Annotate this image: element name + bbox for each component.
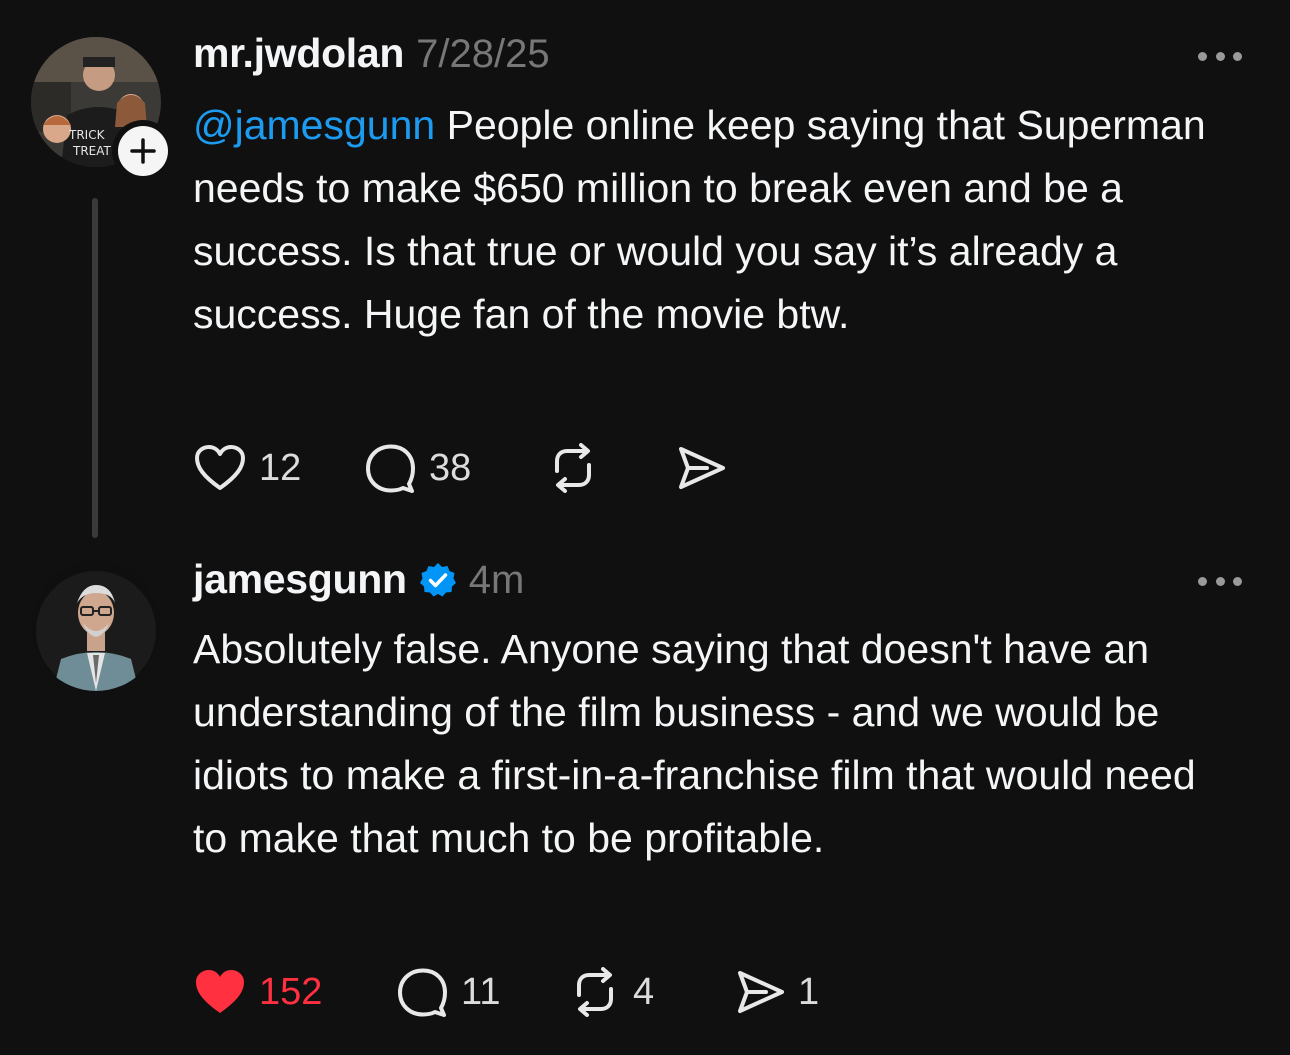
share-count: 1 xyxy=(798,970,820,1013)
action-bar: 152 11 4 1 xyxy=(193,964,819,1020)
thread-line xyxy=(92,198,98,538)
like-button[interactable]: 12 xyxy=(193,440,363,496)
heart-icon xyxy=(196,970,244,1013)
post-text: @jamesgunn People online keep saying tha… xyxy=(193,94,1238,346)
avatar-jamesgunn[interactable] xyxy=(31,561,161,691)
repost-icon xyxy=(555,443,591,493)
mention-link[interactable]: @jamesgunn xyxy=(193,102,435,148)
heart-icon xyxy=(195,445,245,490)
reply-count: 38 xyxy=(429,446,472,489)
reply-button[interactable]: 38 xyxy=(363,440,547,496)
post-body: Absolutely false. Anyone saying that doe… xyxy=(193,626,1196,861)
svg-text:TRICK: TRICK xyxy=(68,128,106,142)
share-icon xyxy=(679,447,725,489)
more-icon[interactable] xyxy=(1198,49,1242,63)
verified-icon xyxy=(419,563,456,597)
repost-button[interactable]: 4 xyxy=(569,964,734,1020)
share-button[interactable] xyxy=(675,440,739,496)
share-button[interactable]: 1 xyxy=(734,964,819,1020)
like-count: 152 xyxy=(259,970,323,1013)
like-count: 12 xyxy=(259,446,302,489)
plus-icon xyxy=(130,138,156,164)
timestamp: 7/28/25 xyxy=(416,32,550,76)
repost-count: 4 xyxy=(633,970,655,1013)
share-icon xyxy=(738,971,784,1013)
more-icon[interactable] xyxy=(1198,574,1242,588)
reply-icon xyxy=(398,968,447,1017)
repost-icon xyxy=(577,967,613,1017)
username[interactable]: mr.jwdolan xyxy=(193,30,404,77)
follow-button[interactable] xyxy=(112,120,174,182)
reply-icon xyxy=(366,444,415,493)
post-header: mr.jwdolan 7/28/25 xyxy=(193,30,550,80)
repost-button[interactable] xyxy=(547,440,675,496)
reply-count: 11 xyxy=(461,970,501,1013)
like-button[interactable]: 152 xyxy=(193,964,395,1020)
reply-button[interactable]: 11 xyxy=(395,964,569,1020)
post-header: jamesgunn 4m xyxy=(193,555,524,605)
svg-text:TREAT: TREAT xyxy=(72,144,112,158)
timestamp: 4m xyxy=(468,558,525,602)
action-bar: 12 38 xyxy=(193,440,739,496)
username[interactable]: jamesgunn xyxy=(193,556,407,603)
